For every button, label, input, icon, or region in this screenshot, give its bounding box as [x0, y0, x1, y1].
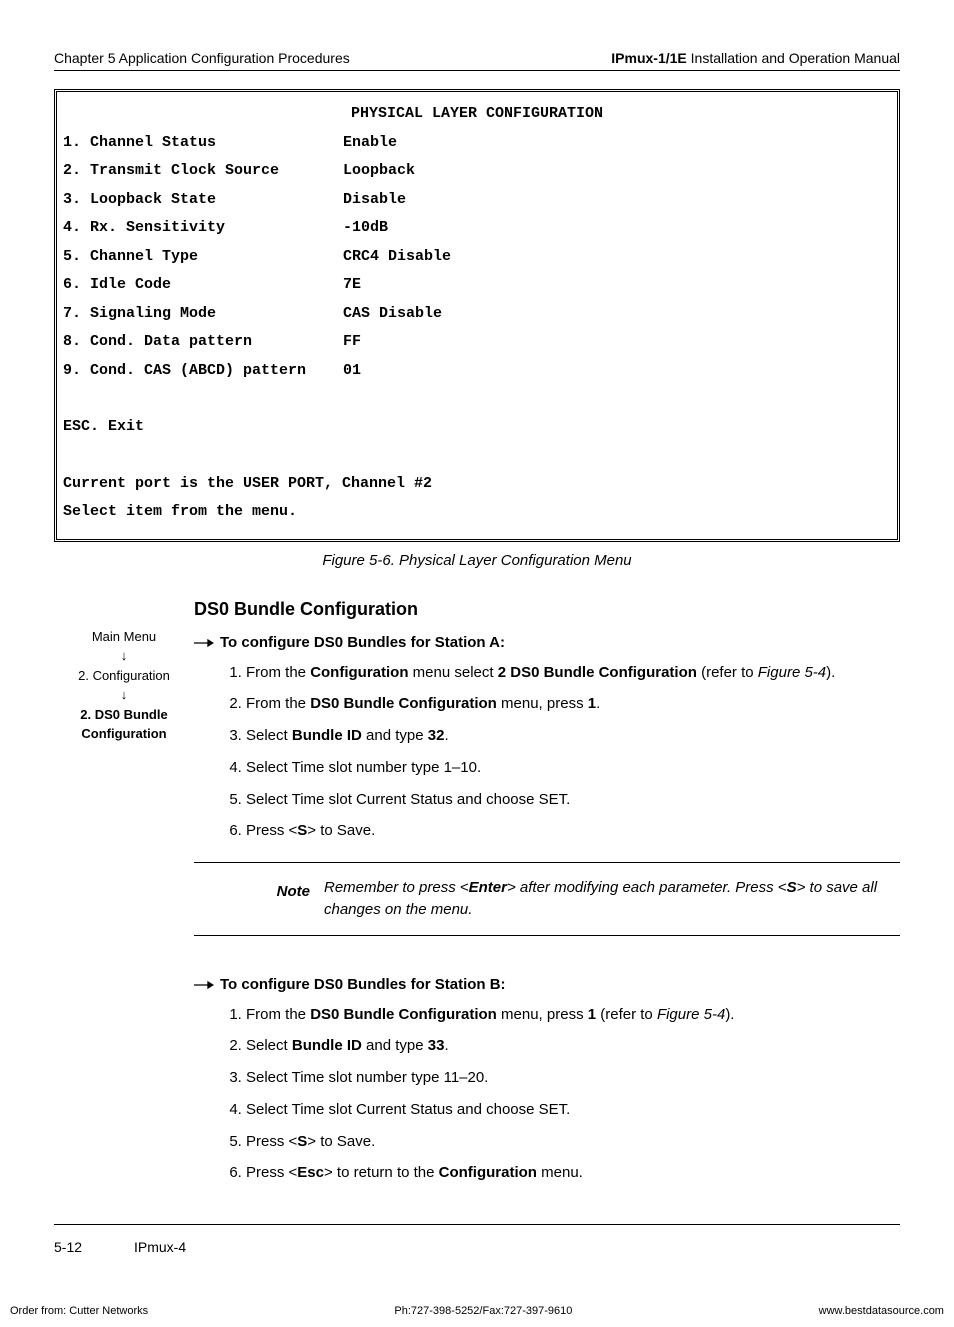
document-footer: Order from: Cutter Networks Ph:727-398-5…	[0, 1285, 954, 1327]
term-label: 7. Signaling Mode	[63, 300, 343, 329]
term-value: 7E	[343, 271, 361, 300]
step: Press <S> to Save.	[246, 820, 900, 842]
terminal-row: 9. Cond. CAS (ABCD) pattern01	[63, 357, 891, 386]
term-value: Loopback	[343, 157, 415, 186]
step: From the DS0 Bundle Configuration menu, …	[246, 1004, 900, 1026]
procedure-title: To configure DS0 Bundles for Station A:	[220, 634, 505, 651]
term-label: 1. Channel Status	[63, 129, 343, 158]
term-value: FF	[343, 328, 361, 357]
term-value: Disable	[343, 186, 406, 215]
terminal-screen: PHYSICAL LAYER CONFIGURATION 1. Channel …	[54, 89, 900, 542]
header-right-bold: IPmux-1/1E	[611, 50, 686, 66]
terminal-row: 3. Loopback StateDisable	[63, 186, 891, 215]
procedure-heading: To configure DS0 Bundles for Station A:	[194, 634, 900, 654]
step: Select Time slot number type 11–20.	[246, 1067, 900, 1089]
term-label: 6. Idle Code	[63, 271, 343, 300]
section-title: DS0 Bundle Configuration	[194, 599, 900, 620]
page-header: Chapter 5 Application Configuration Proc…	[54, 50, 900, 71]
nav-item-current: 2. DS0 Bundle	[54, 705, 194, 725]
procedure-steps: From the Configuration menu select 2 DS0…	[194, 662, 900, 843]
term-value: CRC4 Disable	[343, 243, 451, 272]
step: Select Time slot number type 1–10.	[246, 757, 900, 779]
note-label: Note	[194, 877, 324, 921]
term-label: 9. Cond. CAS (ABCD) pattern	[63, 357, 343, 386]
term-label: 4. Rx. Sensitivity	[63, 214, 343, 243]
arrow-right-icon	[194, 634, 220, 654]
terminal-title: PHYSICAL LAYER CONFIGURATION	[63, 100, 891, 129]
terminal-row: 4. Rx. Sensitivity-10dB	[63, 214, 891, 243]
header-left: Chapter 5 Application Configuration Proc…	[54, 50, 350, 66]
page-number: 5-12	[54, 1239, 134, 1255]
step: From the DS0 Bundle Configuration menu, …	[246, 693, 900, 715]
down-arrow-icon: ↓	[54, 685, 194, 705]
note-block: Note Remember to press <Enter> after mod…	[194, 862, 900, 936]
terminal-esc: ESC. Exit	[63, 413, 891, 442]
terminal-row: 7. Signaling ModeCAS Disable	[63, 300, 891, 329]
down-arrow-icon: ↓	[54, 646, 194, 666]
procedure-heading: To configure DS0 Bundles for Station B:	[194, 976, 900, 996]
term-value: 01	[343, 357, 361, 386]
term-value: CAS Disable	[343, 300, 442, 329]
term-label: 3. Loopback State	[63, 186, 343, 215]
nav-item-current: Configuration	[54, 724, 194, 744]
terminal-select-line: Select item from the menu.	[63, 498, 891, 527]
terminal-row: 6. Idle Code7E	[63, 271, 891, 300]
procedure-title: To configure DS0 Bundles for Station B:	[220, 976, 506, 993]
page-bottom: 5-12 IPmux-4	[54, 1224, 900, 1255]
step: Select Time slot Current Status and choo…	[246, 1099, 900, 1121]
term-label: 8. Cond. Data pattern	[63, 328, 343, 357]
step: Select Bundle ID and type 32.	[246, 725, 900, 747]
product-name: IPmux-4	[134, 1239, 186, 1255]
terminal-row: 1. Channel StatusEnable	[63, 129, 891, 158]
header-right: IPmux-1/1E Installation and Operation Ma…	[611, 50, 900, 66]
footer-right: www.bestdatasource.com	[819, 1305, 944, 1317]
footer-left: Order from: Cutter Networks	[10, 1305, 148, 1317]
nav-item: Main Menu	[54, 627, 194, 647]
terminal-row: 2. Transmit Clock SourceLoopback	[63, 157, 891, 186]
footer-center: Ph:727-398-5252/Fax:727-397-9610	[394, 1305, 572, 1317]
figure-caption: Figure 5-6. Physical Layer Configuration…	[54, 552, 900, 569]
nav-item: 2. Configuration	[54, 666, 194, 686]
terminal-row: 5. Channel TypeCRC4 Disable	[63, 243, 891, 272]
step: From the Configuration menu select 2 DS0…	[246, 662, 900, 684]
step: Press <S> to Save.	[246, 1131, 900, 1153]
procedure-steps: From the DS0 Bundle Configuration menu, …	[194, 1004, 900, 1185]
terminal-port-line: Current port is the USER PORT, Channel #…	[63, 470, 891, 499]
term-label: 2. Transmit Clock Source	[63, 157, 343, 186]
step: Select Bundle ID and type 33.	[246, 1035, 900, 1057]
page: Chapter 5 Application Configuration Proc…	[0, 0, 954, 1285]
step: Press <Esc> to return to the Configurati…	[246, 1162, 900, 1184]
terminal-row: 8. Cond. Data patternFF	[63, 328, 891, 357]
term-value: Enable	[343, 129, 397, 158]
term-value: -10dB	[343, 214, 388, 243]
navigation-path: Main Menu ↓ 2. Configuration ↓ 2. DS0 Bu…	[54, 599, 194, 1205]
step: Select Time slot Current Status and choo…	[246, 789, 900, 811]
note-body: Remember to press <Enter> after modifyin…	[324, 877, 900, 921]
term-label: 5. Channel Type	[63, 243, 343, 272]
content-row: Main Menu ↓ 2. Configuration ↓ 2. DS0 Bu…	[54, 599, 900, 1205]
arrow-right-icon	[194, 976, 220, 996]
header-right-rest: Installation and Operation Manual	[687, 50, 900, 66]
main-column: DS0 Bundle Configuration To configure DS…	[194, 599, 900, 1205]
